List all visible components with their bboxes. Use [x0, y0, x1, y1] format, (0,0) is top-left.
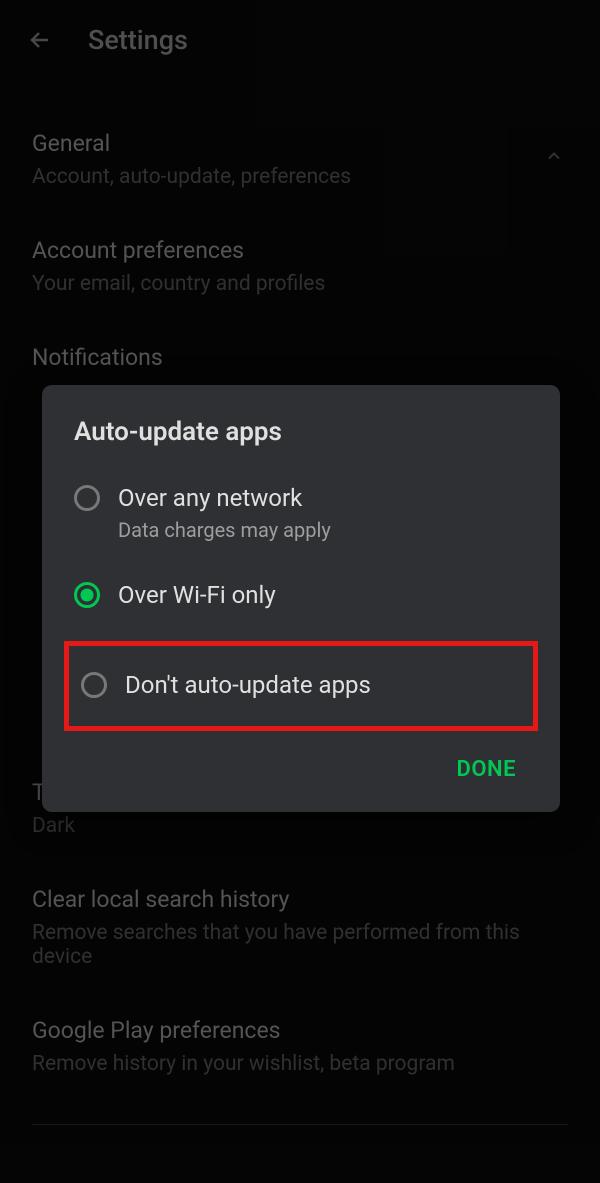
radio-unselected-icon: [81, 672, 107, 698]
radio-label: Over Wi-Fi only: [118, 580, 528, 611]
auto-update-dialog: Auto-update apps Over any network Data c…: [42, 385, 560, 812]
radio-option-any-network[interactable]: Over any network Data charges may apply: [74, 479, 528, 546]
radio-content: Don't auto-update apps: [125, 670, 521, 701]
radio-label: Over any network: [118, 483, 528, 514]
dialog-title: Auto-update apps: [74, 417, 528, 447]
radio-sublabel: Data charges may apply: [118, 518, 528, 542]
radio-selected-icon: [74, 582, 100, 608]
dialog-actions: DONE: [74, 749, 528, 790]
radio-unselected-icon: [74, 485, 100, 511]
radio-label: Don't auto-update apps: [125, 670, 521, 701]
radio-option-wifi-only[interactable]: Over Wi-Fi only: [74, 576, 528, 615]
radio-content: Over any network Data charges may apply: [118, 483, 528, 542]
radio-content: Over Wi-Fi only: [118, 580, 528, 611]
radio-option-dont-update[interactable]: Don't auto-update apps: [64, 641, 538, 730]
done-button[interactable]: DONE: [445, 749, 528, 790]
